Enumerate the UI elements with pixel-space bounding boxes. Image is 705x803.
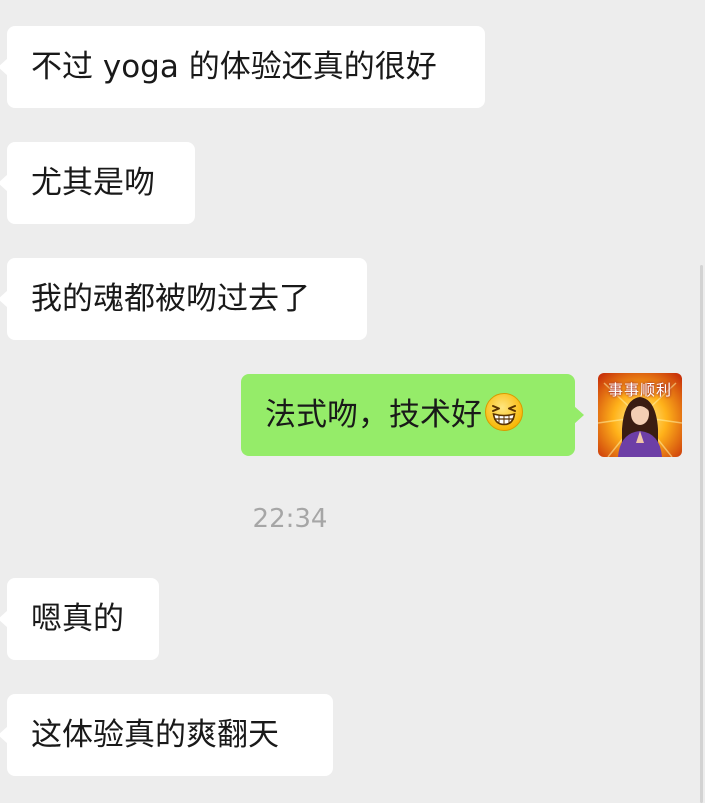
- incoming-message-bubble[interactable]: 不过 yoga 的体验还真的很好: [0, 26, 485, 108]
- message-timestamp: 22:34: [252, 504, 328, 534]
- outgoing-message-bubble[interactable]: 法式吻，技术好: [241, 374, 584, 456]
- scrollbar[interactable]: [700, 265, 703, 803]
- grinning-squint-emoji-icon: [485, 393, 523, 431]
- incoming-message-bubble[interactable]: 我的魂都被吻过去了: [0, 258, 367, 340]
- outgoing-message-text: 法式吻，技术好: [265, 397, 482, 433]
- avatar-caption: 事事顺利: [607, 381, 672, 399]
- chat-area: 不过 yoga 的体验还真的很好 尤其是吻 我的魂都被吻过去了 法式吻，技术好: [0, 0, 705, 803]
- avatar[interactable]: 事事顺利: [598, 373, 682, 457]
- incoming-message-bubble[interactable]: 这体验真的爽翻天: [0, 694, 333, 776]
- incoming-message-bubble[interactable]: 嗯真的: [0, 578, 159, 660]
- incoming-message-bubble[interactable]: 尤其是吻: [0, 142, 195, 224]
